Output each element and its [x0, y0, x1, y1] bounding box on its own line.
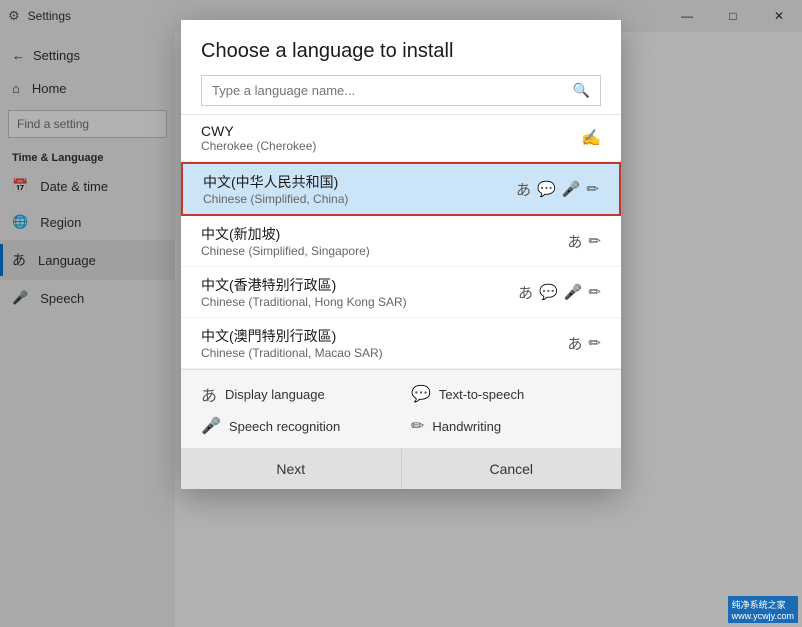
- lang-subname-zh-mo: Chinese (Traditional, Macao SAR): [201, 346, 567, 360]
- dialog-buttons: Next Cancel: [181, 448, 621, 489]
- edit-icon-zh-cn: ✏: [586, 180, 599, 198]
- language-item-cwy[interactable]: CWY Cherokee (Cherokee) ✍: [181, 115, 621, 162]
- language-item-zh-mo[interactable]: 中文(澳門特別行政區) Chinese (Traditional, Macao …: [181, 318, 621, 369]
- mic-icon-zh-hk: 🎤: [564, 283, 583, 301]
- lang-name-zh-hk: 中文(香港特别行政區): [201, 275, 518, 295]
- lang-name-zh-cn: 中文(中华人民共和国): [203, 172, 516, 192]
- lang-icons-zh-cn: あ 💬 🎤 ✏: [516, 179, 599, 200]
- text-to-speech-icon: 💬: [411, 384, 431, 404]
- lang-name-cwy: CWY: [201, 123, 581, 139]
- language-item-zh-hk[interactable]: 中文(香港特别行政區) Chinese (Traditional, Hong K…: [181, 267, 621, 318]
- lang-name-zh-sg: 中文(新加坡): [201, 224, 567, 244]
- language-install-dialog: Choose a language to install 🔍 CWY Chero…: [181, 20, 621, 489]
- dialog-search-container: 🔍: [201, 75, 601, 106]
- handwriting-label: Handwriting: [432, 419, 501, 434]
- language-item-zh-cn-text: 中文(中华人民共和国) Chinese (Simplified, China): [203, 172, 516, 206]
- lang-subname-zh-sg: Chinese (Simplified, Singapore): [201, 244, 567, 258]
- cancel-button[interactable]: Cancel: [402, 449, 622, 489]
- lang-subname-zh-cn: Chinese (Simplified, China): [203, 192, 516, 206]
- edit-icon-zh-mo: ✏: [588, 334, 601, 352]
- display-lang-icon-zh-sg: あ: [567, 231, 582, 252]
- text-to-speech-label: Text-to-speech: [439, 387, 524, 402]
- feature-speech-recognition: 🎤 Speech recognition: [201, 416, 391, 436]
- handwriting-icon: ✏: [411, 416, 424, 436]
- language-search-input[interactable]: [212, 83, 573, 98]
- modal-overlay: Choose a language to install 🔍 CWY Chero…: [0, 0, 802, 627]
- feature-handwriting: ✏ Handwriting: [411, 416, 601, 436]
- language-item-zh-mo-text: 中文(澳門特別行政區) Chinese (Traditional, Macao …: [201, 326, 567, 360]
- search-icon: 🔍: [573, 82, 590, 99]
- feature-text-to-speech: 💬 Text-to-speech: [411, 382, 601, 406]
- dialog-title: Choose a language to install: [181, 20, 621, 75]
- lang-icons-cwy: ✍: [581, 128, 601, 148]
- lang-name-zh-mo: 中文(澳門特別行政區): [201, 326, 567, 346]
- lang-icons-zh-sg: あ ✏: [567, 231, 601, 252]
- edit-icon-zh-hk: ✏: [588, 283, 601, 301]
- language-list: CWY Cherokee (Cherokee) ✍ 中文(中华人民共和国) Ch…: [181, 114, 621, 369]
- feature-grid: あ Display language 💬 Text-to-speech 🎤 Sp…: [201, 382, 601, 436]
- mic-icon-zh-cn: 🎤: [562, 180, 581, 198]
- handwriting-icon-cwy: ✍: [581, 128, 601, 148]
- lang-subname-zh-hk: Chinese (Traditional, Hong Kong SAR): [201, 295, 518, 309]
- chat-icon-zh-cn: 💬: [537, 180, 556, 198]
- display-language-icon: あ: [201, 382, 217, 406]
- display-lang-icon-zh-cn: あ: [516, 179, 531, 200]
- feature-section: あ Display language 💬 Text-to-speech 🎤 Sp…: [181, 369, 621, 448]
- next-button[interactable]: Next: [181, 449, 402, 489]
- display-lang-icon-zh-hk: あ: [518, 282, 533, 303]
- speech-recognition-label: Speech recognition: [229, 419, 340, 434]
- speech-recognition-icon: 🎤: [201, 416, 221, 436]
- watermark: 纯净系统之家www.ycwjy.com: [728, 596, 798, 623]
- lang-icons-zh-mo: あ ✏: [567, 333, 601, 354]
- chat-icon-zh-hk: 💬: [539, 283, 558, 301]
- language-item-zh-hk-text: 中文(香港特别行政區) Chinese (Traditional, Hong K…: [201, 275, 518, 309]
- edit-icon-zh-sg: ✏: [588, 232, 601, 250]
- language-item-cwy-text: CWY Cherokee (Cherokee): [201, 123, 581, 153]
- display-lang-icon-zh-mo: あ: [567, 333, 582, 354]
- language-item-zh-sg[interactable]: 中文(新加坡) Chinese (Simplified, Singapore) …: [181, 216, 621, 267]
- lang-icons-zh-hk: あ 💬 🎤 ✏: [518, 282, 601, 303]
- feature-display-language: あ Display language: [201, 382, 391, 406]
- language-item-zh-cn[interactable]: 中文(中华人民共和国) Chinese (Simplified, China) …: [181, 162, 621, 216]
- display-language-label: Display language: [225, 387, 325, 402]
- lang-subname-cwy: Cherokee (Cherokee): [201, 139, 581, 153]
- language-item-zh-sg-text: 中文(新加坡) Chinese (Simplified, Singapore): [201, 224, 567, 258]
